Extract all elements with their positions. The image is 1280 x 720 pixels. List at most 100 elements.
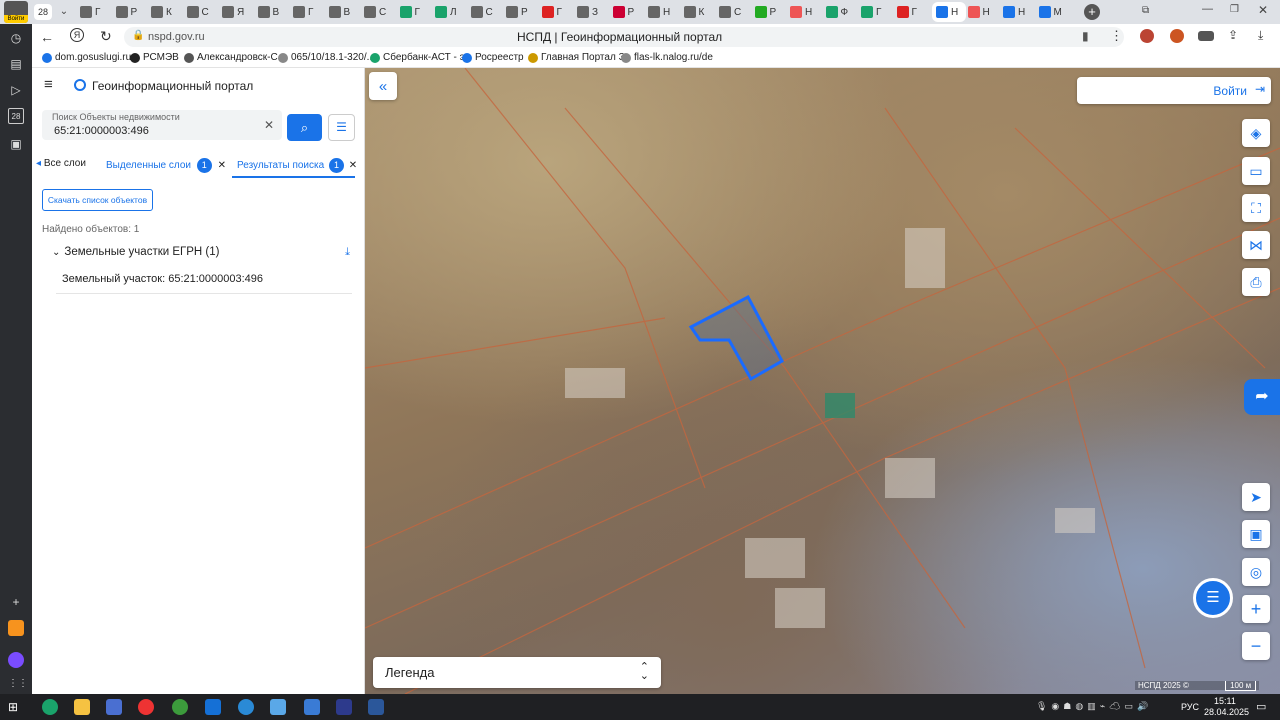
minimap-icon[interactable]: ▣ xyxy=(1242,520,1270,548)
collapse-panel-button[interactable]: « xyxy=(369,72,397,100)
bookmark-item[interactable]: flas-lk.nalog.ru/de xyxy=(621,52,713,63)
tray-icons[interactable]: 🎙◉☗◍▥⌁☁▭🔊 xyxy=(1036,701,1152,712)
tab-count-button[interactable]: 28 xyxy=(34,4,52,20)
feedback-icon[interactable]: ➦ xyxy=(1244,379,1280,415)
pen-taskbar-icon[interactable] xyxy=(336,699,352,715)
gallery-icon[interactable]: ▣ xyxy=(8,136,24,152)
browser-tab[interactable]: К xyxy=(151,2,181,22)
tab-search-results[interactable]: Результаты поиска 1 ✕ xyxy=(232,158,357,178)
close-results-icon[interactable]: ✕ xyxy=(349,160,357,171)
save-taskbar-icon[interactable] xyxy=(106,699,122,715)
browser-tab[interactable]: Г xyxy=(896,2,927,22)
browser-tab[interactable]: Н xyxy=(1003,2,1033,22)
restore-button[interactable]: ❐ xyxy=(1230,4,1239,15)
play-icon[interactable]: ▷ xyxy=(8,82,24,98)
lang-indicator[interactable]: РУС xyxy=(1181,702,1199,712)
browser-tab[interactable]: В xyxy=(257,2,288,22)
reload-icon[interactable]: ↻ xyxy=(100,28,112,45)
browser-tab[interactable]: Р xyxy=(506,2,536,22)
share-icon[interactable]: ⇪ xyxy=(1228,28,1238,42)
zoom-in-button[interactable]: + xyxy=(1242,595,1270,623)
close-selected-icon[interactable]: ✕ xyxy=(218,160,226,171)
tab-selected-layers[interactable]: Выделенные слои 1 ✕ xyxy=(106,158,226,173)
minimize-button[interactable]: — xyxy=(1202,3,1213,15)
browser-tab[interactable]: З xyxy=(577,2,607,22)
browser-tab[interactable]: Г xyxy=(293,2,323,22)
result-group-header[interactable]: ⌄ Земельные участки ЕГРН (1) ⤓ xyxy=(52,246,350,258)
explorer-taskbar-icon[interactable] xyxy=(74,699,90,715)
outlook-taskbar-icon[interactable] xyxy=(205,699,221,715)
app-taskbar-icon[interactable] xyxy=(270,699,286,715)
legend-dropdown[interactable]: Легенда ⌃ ⌄ xyxy=(373,657,661,688)
notifications-icon[interactable]: ▭ xyxy=(1256,700,1266,713)
browser-tab[interactable]: Ф xyxy=(825,2,856,22)
tab-all-layers[interactable]: ◂ Все слои xyxy=(36,158,86,169)
browser-tab[interactable]: С xyxy=(186,2,217,22)
browser-tab[interactable]: Н xyxy=(648,2,678,22)
share-map-icon[interactable]: ⋈ xyxy=(1242,231,1270,259)
yandex-icon[interactable]: Я xyxy=(70,28,84,42)
hamburger-menu-icon[interactable]: ≡ xyxy=(44,77,58,92)
bookmark-item[interactable]: РСМЭВ xyxy=(130,52,179,63)
back-icon[interactable]: ← xyxy=(40,29,54,45)
result-item[interactable]: Земельный участок: 65:21:0000003:496 xyxy=(56,268,352,294)
search-button[interactable]: ⌕ xyxy=(287,114,322,141)
bookmark-item[interactable]: Александровск-С xyxy=(184,52,278,63)
close-window-button[interactable]: ✕ xyxy=(1258,3,1268,17)
download-icon[interactable]: ⤓ xyxy=(345,246,350,259)
word-taskbar-icon[interactable] xyxy=(368,699,384,715)
yandex-browser-taskbar-icon[interactable] xyxy=(138,699,154,715)
clock-date[interactable]: 28.04.2025 xyxy=(1204,707,1249,717)
extension-icon-3[interactable] xyxy=(1198,31,1214,41)
filter-button[interactable]: ☰ xyxy=(328,114,355,141)
download-list-button[interactable]: Скачать список объектов xyxy=(42,189,153,211)
print-icon[interactable]: ⎙ xyxy=(1242,268,1270,296)
browser-tab[interactable]: С xyxy=(719,2,749,22)
bookmark-item[interactable]: Росреестр xyxy=(462,52,524,63)
add-panel-icon[interactable]: + xyxy=(8,594,24,610)
tab-list-chevron-icon[interactable]: ⌄ xyxy=(56,4,72,20)
clock-time[interactable]: 15:11 xyxy=(1214,696,1236,706)
shield-taskbar-icon[interactable] xyxy=(304,699,320,715)
browser-tab[interactable]: Р xyxy=(115,2,146,22)
layers-icon[interactable]: ◈ xyxy=(1242,119,1270,147)
extension-icon-1[interactable] xyxy=(1140,29,1154,43)
browser-tab[interactable]: Г xyxy=(399,2,430,22)
bookmark-item[interactable]: dom.gosuslugi.ru xyxy=(42,52,131,63)
bookmark-item[interactable]: Главная Портал З xyxy=(528,52,625,63)
browser-tab[interactable]: Г xyxy=(541,2,572,22)
browser-tab[interactable]: Н xyxy=(790,2,820,22)
browser-tab[interactable]: C xyxy=(364,2,394,22)
calendar-icon[interactable]: 28 xyxy=(8,108,24,124)
bookmark-item[interactable]: 065/10/18.1-320/... xyxy=(278,52,375,63)
app-icon-orange[interactable] xyxy=(8,620,24,636)
browser-tab[interactable]: Г xyxy=(80,2,110,22)
browser-tab[interactable]: В xyxy=(328,2,359,22)
downloads-icon[interactable]: ⤓ xyxy=(1258,28,1263,43)
bookmark-icon[interactable]: ▮ xyxy=(1082,29,1089,43)
map-view[interactable]: « Войти ⇥ ◈ ▭ ⛶ ⋈ ⎙ ➦ ➤ ▣ ◎ ☰ + − Легенд… xyxy=(365,68,1280,694)
navigate-icon[interactable]: ➤ xyxy=(1242,483,1270,511)
map-login-button[interactable]: Войти ⇥ xyxy=(1077,77,1271,104)
browser-tab[interactable]: Г xyxy=(861,2,891,22)
collections-icon[interactable]: ⧉ xyxy=(1142,5,1149,16)
browser-tab[interactable]: К xyxy=(683,2,714,22)
search-input[interactable]: Поиск Объекты недвижимости 65:21:0000003… xyxy=(42,110,282,140)
alice-icon[interactable] xyxy=(8,652,24,668)
browser-tab[interactable]: Р xyxy=(754,2,785,22)
chrome-taskbar-icon[interactable] xyxy=(172,699,188,715)
url-field[interactable]: 🔒 nspd.gov.ru НСПД | Геоинформационный п… xyxy=(124,27,1124,47)
apps-grid-icon[interactable]: ⋮⋮ xyxy=(8,676,28,692)
history-icon[interactable]: ◷ xyxy=(8,30,24,46)
browser-tab[interactable]: С xyxy=(470,2,501,22)
browser-tab[interactable]: Я xyxy=(222,2,252,22)
edge-taskbar-icon[interactable] xyxy=(42,699,58,715)
new-tab-button[interactable]: + xyxy=(1084,4,1100,20)
ie-taskbar-icon[interactable] xyxy=(238,699,254,715)
area-select-icon[interactable]: ⛶ xyxy=(1242,194,1270,222)
ruler-icon[interactable]: ▭ xyxy=(1242,157,1270,185)
browser-tab[interactable]: Н xyxy=(967,2,998,22)
zoom-out-button[interactable]: − xyxy=(1242,632,1270,660)
clear-icon[interactable]: ✕ xyxy=(264,118,274,132)
browser-tab[interactable]: Н xyxy=(932,2,966,22)
